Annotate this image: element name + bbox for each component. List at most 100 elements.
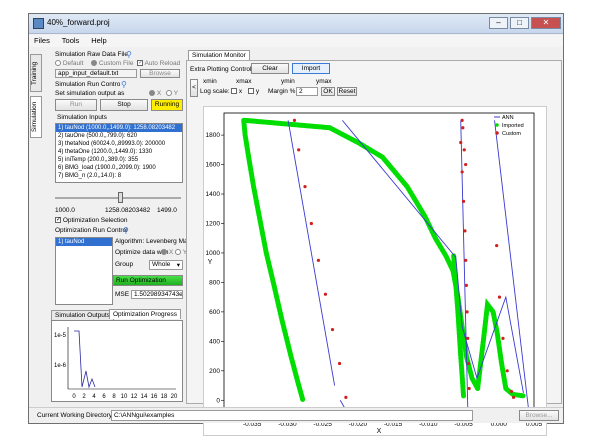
progress-x-tick-label: 12	[131, 394, 138, 400]
progress-x-tick-label: 18	[161, 394, 168, 400]
opt-x-radio[interactable]: X	[161, 249, 173, 256]
legend-swatch	[495, 131, 499, 135]
margin-label: Margin %	[268, 88, 296, 95]
tab-training[interactable]: Training	[30, 54, 42, 92]
default-radio[interactable]: Default	[55, 60, 83, 67]
legend-label: Custom	[502, 131, 521, 137]
log-y-checkbox[interactable]: y	[248, 88, 259, 95]
window-title: 40%_forward.proj	[47, 18, 110, 27]
y-tick-label: 1200	[206, 220, 221, 227]
left-pane: Simulation Raw Data File ⚲ Default Custo…	[43, 50, 206, 404]
menu-files[interactable]: Files	[29, 35, 55, 46]
list-item[interactable]: 2) tauOne (500.0,,799.0): 620	[56, 132, 182, 140]
list-item[interactable]: 5) iniTemp (200.0,,389.0): 355	[56, 156, 182, 164]
tab-simulation-outputs[interactable]: Simulation Outputs	[51, 310, 114, 320]
stop-button[interactable]: Stop	[100, 99, 148, 111]
tab-simulation[interactable]: Simulation	[30, 96, 42, 138]
raw-data-browse-button[interactable]: Browse	[140, 69, 180, 78]
progress-y-tick-label: 1e-6	[54, 363, 67, 369]
log-scale-label: Log scale:	[200, 88, 230, 95]
tab-optimization-progress[interactable]: Optimization Progress	[109, 309, 181, 319]
custom-file-radio[interactable]: Custom File	[91, 60, 134, 67]
list-item[interactable]: 1) tauNod	[56, 238, 112, 246]
log-x-checkbox[interactable]: x	[231, 88, 242, 95]
custom-point	[501, 336, 505, 340]
main-chart-svg: -0.035 -0.030 -0.025 -0.020 -0.015 -0.010 -0.0…	[206, 112, 543, 435]
optimization-selection-checkbox[interactable]: ✓ Optimization Selection	[55, 217, 127, 224]
close-button[interactable]: ✕	[531, 17, 561, 29]
custom-point	[497, 295, 502, 299]
progress-x-tick-label: 2	[82, 394, 86, 400]
custom-point	[460, 118, 464, 122]
ymax-label: ymax	[316, 78, 332, 85]
custom-point	[463, 229, 467, 233]
run-control-search-icon[interactable]: ⚲	[121, 80, 127, 89]
optimization-list[interactable]: 1) tauNod	[55, 237, 113, 305]
inputs-list[interactable]: 1) tauNod (1000.0,,1499.0): 1258.0820348…	[55, 123, 183, 183]
ann-series-line	[287, 120, 336, 386]
group-select[interactable]: Whole ▾	[149, 260, 183, 270]
margin-field[interactable]: 2	[296, 87, 318, 96]
right-pane: Simulation Monitor Extra Plotting Contro…	[186, 50, 562, 436]
clear-button[interactable]: Clear	[251, 63, 289, 74]
progress-x-tick-label: 14	[141, 394, 148, 400]
tab-simulation-monitor[interactable]: Simulation Monitor	[188, 50, 250, 60]
output-label: Set simulation output as	[55, 90, 125, 97]
minimize-button[interactable]: –	[489, 17, 508, 29]
imported-series-line	[242, 117, 481, 391]
main-plot: -0.035 -0.030 -0.025 -0.020 -0.015 -0.010 -0.0…	[203, 106, 547, 436]
app-window: 40%_forward.proj – □ ✕ Files Tools Help …	[28, 13, 564, 436]
custom-point	[303, 185, 307, 189]
raw-data-header: Simulation Raw Data File	[55, 51, 128, 58]
y-tick-label: 1400	[206, 191, 221, 198]
menu-help[interactable]: Help	[86, 35, 111, 46]
collapse-button[interactable]: <	[190, 79, 198, 97]
list-item[interactable]: 6) BMG_load (1900.0,,2099.0): 1900	[56, 164, 182, 172]
run-button[interactable]: Run	[55, 99, 97, 111]
menu-tools[interactable]: Tools	[57, 35, 85, 46]
raw-data-file-field[interactable]: app_input_default.txt	[55, 69, 137, 78]
custom-point	[467, 386, 471, 391]
ok-button[interactable]: OK	[321, 87, 335, 96]
optimization-search-icon[interactable]: ⚲	[123, 226, 129, 235]
custom-point	[466, 336, 470, 340]
custom-point	[464, 283, 468, 287]
list-item[interactable]: 4) thetaOne (1200.0,,1449.0): 1330	[56, 148, 182, 156]
custom-point	[464, 162, 468, 167]
auto-reload-checkbox[interactable]: ✓ Auto Reload	[137, 60, 180, 67]
custom-point	[292, 118, 297, 122]
working-dir-field[interactable]: C:\ANNgui\examples	[111, 410, 473, 421]
running-status-button[interactable]: Running	[151, 99, 183, 111]
progress-x-tick-label: 20	[171, 394, 178, 400]
inputs-header: Simulation Inputs	[57, 114, 107, 121]
maximize-button[interactable]: □	[510, 17, 529, 29]
y-tick-label: 200	[209, 368, 220, 375]
output-x-radio[interactable]: X	[149, 90, 161, 97]
import-button[interactable]: Import	[292, 63, 330, 74]
output-y-radio[interactable]: Y	[166, 90, 178, 97]
y-tick-label: 1600	[206, 162, 221, 169]
list-item[interactable]: 3) thetaNod (60024.0,,89993.0): 200000	[56, 140, 182, 148]
custom-point	[466, 361, 471, 366]
y-tick-label: 1000	[206, 250, 221, 257]
custom-point	[461, 126, 465, 130]
reset-button[interactable]: Reset	[337, 87, 357, 96]
progress-x-tick-label: 8	[112, 394, 116, 400]
custom-point	[509, 389, 514, 394]
xmin-label: xmin	[203, 78, 217, 85]
custom-point	[505, 369, 509, 373]
legend-swatch	[495, 123, 499, 127]
ann-series-line	[342, 120, 524, 393]
progress-line	[74, 330, 96, 389]
list-item[interactable]: 7) BMG_n (2.0,,14.0): 8	[56, 172, 182, 180]
raw-data-search-icon[interactable]: ⚲	[126, 50, 132, 59]
legend-label: ANN	[502, 115, 514, 121]
custom-point	[465, 310, 469, 314]
y-tick-label: 1800	[206, 132, 221, 139]
working-dir-browse-button[interactable]: Browse...	[519, 410, 559, 421]
input-slider-thumb[interactable]	[117, 192, 123, 203]
list-item[interactable]: 1) tauNod (1000.0,,1499.0): 1258.0820348…	[56, 124, 182, 132]
ymin-label: ymin	[281, 78, 295, 85]
run-optimization-button[interactable]: Run Optimization	[113, 275, 183, 286]
custom-point	[297, 148, 301, 152]
